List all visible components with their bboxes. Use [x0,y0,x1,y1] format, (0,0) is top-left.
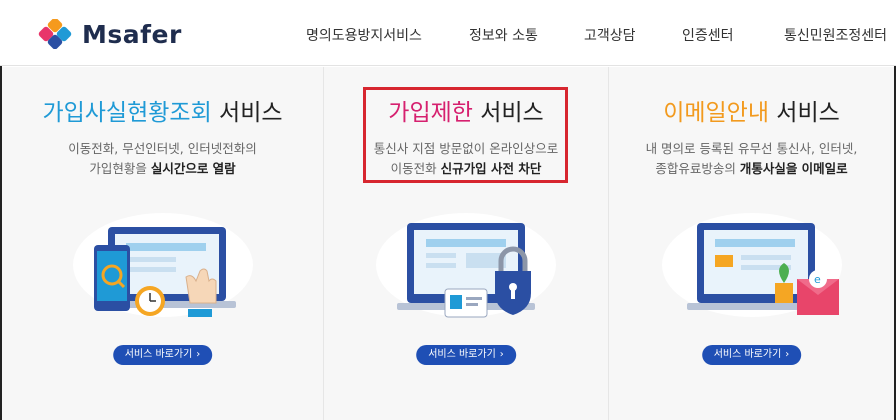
service-title-highlight: 이메일안내 [663,100,769,126]
description-line: 내 명의로 등록된 유무선 통신사, 인터넷, [645,141,858,156]
button-label: 서비스 바로가기 [713,349,782,360]
service-title: 가입사실현황조회 서비스 [2,93,323,127]
service-title-rest: 서비스 [211,100,283,126]
description-line: 종합유료방송의 개통사실을 이메일로 [609,159,894,179]
service-card-status-lookup: 가입사실현황조회 서비스 이동전화, 무선인터넷, 인터넷전화의 가입현황을 실… [2,67,323,420]
description-line: 이동전화, 무선인터넷, 인터넷전화의 [68,141,257,156]
service-description: 내 명의로 등록된 유무선 통신사, 인터넷, 종합유료방송의 개통사실을 이메… [609,139,894,179]
description-bold: 개통사실을 이메일로 [739,161,848,176]
description-text: 가입현황을 [89,161,151,176]
subscription-block-illustration [371,205,561,329]
service-section: 가입사실현황조회 서비스 이동전화, 무선인터넷, 인터넷전화의 가입현황을 실… [2,67,894,420]
service-shortcut-button[interactable]: 서비스 바로가기 › [416,345,516,365]
main-nav: 명의도용방지서비스 정보와 소통 고객상담 인증센터 통신민원조정센터 [0,0,896,66]
service-title: 이메일안내 서비스 [609,93,894,127]
button-label: 서비스 바로가기 [428,349,496,360]
chevron-right-icon: › [499,349,504,360]
chevron-right-icon: › [196,349,201,360]
nav-item-info[interactable]: 정보와 소통 [469,25,538,45]
highlight-box [363,87,568,183]
nav-item-complaint-center[interactable]: 통신민원조정센터 [784,25,887,45]
service-title-highlight: 가입사실현황조회 [42,100,212,126]
status-lookup-illustration [68,205,258,329]
service-card-email-notice: 이메일안내 서비스 내 명의로 등록된 유무선 통신사, 인터넷, 종합유료방송… [609,67,894,420]
description-line: 가입현황을 실시간으로 열람 [2,159,323,179]
button-label: 서비스 바로가기 [124,349,193,360]
service-shortcut-button[interactable]: 서비스 바로가기 › [112,345,213,365]
site-header: Msafer 명의도용방지서비스 정보와 소통 고객상담 인증센터 통신민원조정… [0,0,896,66]
nav-item-certification[interactable]: 인증센터 [682,25,734,45]
service-description: 이동전화, 무선인터넷, 인터넷전화의 가입현황을 실시간으로 열람 [2,139,323,179]
email-notice-illustration: e [657,205,847,329]
nav-item-customer-support[interactable]: 고객상담 [584,25,636,45]
description-text: 종합유료방송의 [655,161,740,176]
nav-item-identity-theft[interactable]: 명의도용방지서비스 [306,25,422,45]
svg-text:e: e [814,273,821,286]
service-shortcut-button[interactable]: 서비스 바로가기 › [701,345,802,365]
chevron-right-icon: › [785,349,790,360]
service-title-rest: 서비스 [769,100,840,126]
description-bold: 실시간으로 열람 [150,161,236,176]
